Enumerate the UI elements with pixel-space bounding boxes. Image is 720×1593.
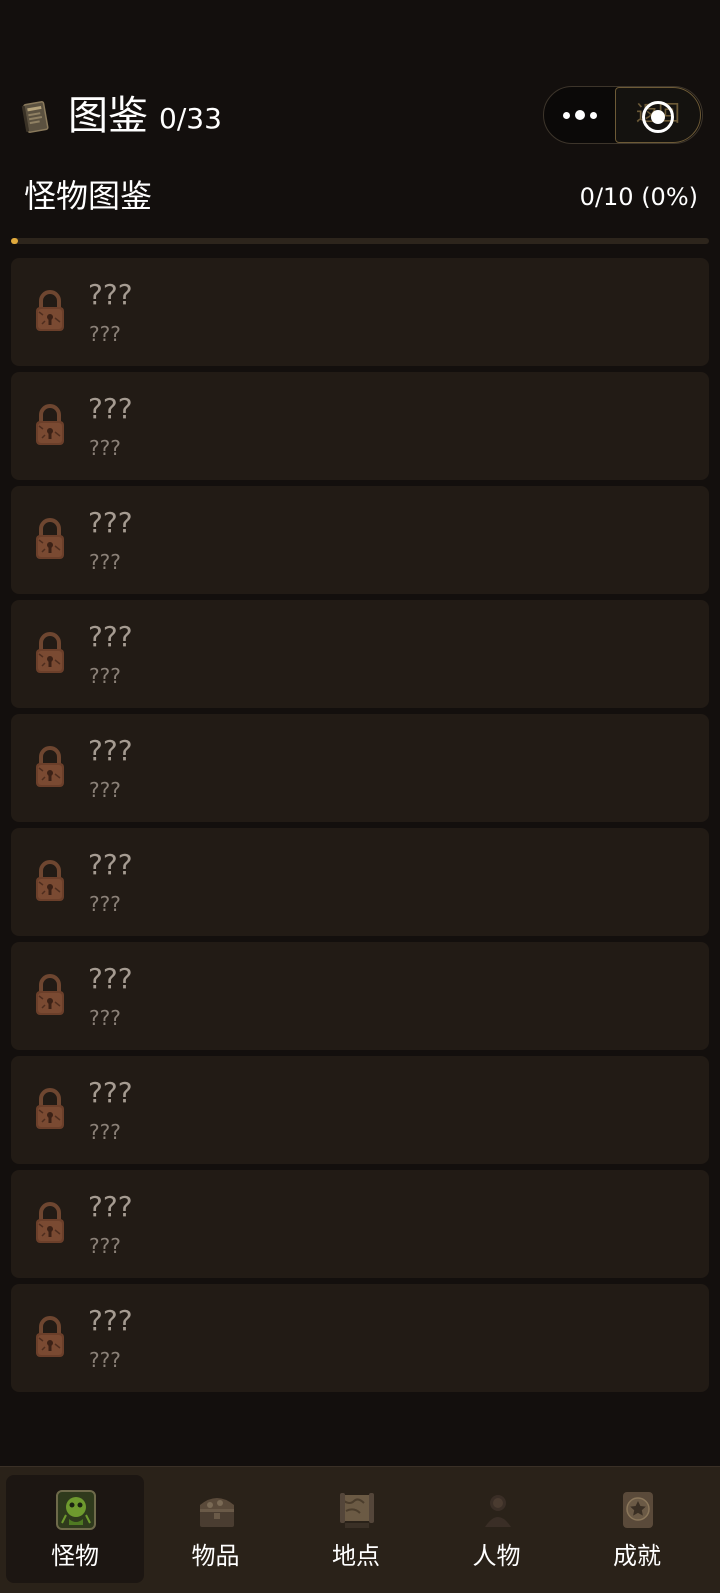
list-item[interactable]: ?????? — [11, 828, 709, 936]
tab-characters[interactable]: 人物 — [428, 1475, 566, 1583]
section-progress-text: 0/10 (0%) — [579, 183, 698, 211]
entry-desc: ??? — [89, 1120, 121, 1144]
entry-name: ??? — [88, 848, 133, 881]
tab-label: 人物 — [472, 1542, 521, 1570]
monster-list: ?????? ?????? ?????? ?????? ??? ??? ??? … — [11, 258, 709, 1398]
person-icon — [484, 1495, 511, 1527]
lock-icon — [36, 860, 64, 901]
list-item[interactable]: ?????? — [11, 1284, 709, 1392]
lock-icon — [36, 746, 64, 787]
section-title: 怪物图鉴 — [24, 177, 153, 215]
back-button[interactable]: 返回 — [615, 87, 701, 143]
more-dot-right — [590, 111, 597, 119]
entry-desc: ??? — [89, 892, 121, 916]
progress-bar — [11, 238, 709, 244]
book-icon — [21, 101, 49, 133]
list-item[interactable]: ?????? — [11, 486, 709, 594]
lock-icon — [36, 290, 64, 331]
entry-name: ??? — [88, 392, 133, 425]
achievement-badge-icon — [623, 1492, 653, 1528]
tab-label: 地点 — [332, 1542, 380, 1570]
list-item[interactable]: ?????? — [11, 258, 709, 366]
lock-icon — [36, 632, 64, 673]
entry-desc: ??? — [89, 1006, 121, 1030]
entry-desc: ??? — [89, 778, 121, 802]
bottom-tab-bar: 怪物 物品 地点 人物 成就 — [0, 1466, 720, 1593]
lock-icon — [36, 404, 64, 445]
entry-desc: ??? — [89, 1234, 121, 1258]
tab-label: 物品 — [191, 1542, 240, 1570]
entry-name: ??? — [88, 506, 133, 539]
more-button[interactable] — [544, 87, 616, 143]
monster-icon — [56, 1490, 96, 1530]
list-item[interactable]: ?????? — [11, 372, 709, 480]
tab-achievements[interactable]: 成就 — [568, 1475, 706, 1583]
map-scroll-icon — [340, 1493, 374, 1528]
tab-items[interactable]: 物品 — [147, 1475, 285, 1583]
collection-count: 0/33 — [159, 102, 222, 135]
lock-icon — [36, 518, 64, 559]
entry-name: ??? — [88, 1304, 133, 1337]
entry-desc: ??? — [89, 322, 121, 346]
mini-program-capsule: 返回 — [543, 86, 703, 144]
entry-desc: ??? — [89, 436, 121, 460]
tab-monsters[interactable]: 怪物 — [6, 1475, 144, 1583]
treasure-chest-icon — [199, 1498, 234, 1527]
entry-name: ??? — [88, 1190, 133, 1223]
tab-label: 怪物 — [51, 1542, 99, 1570]
lock-icon — [36, 974, 64, 1015]
tab-locations[interactable]: 地点 — [287, 1475, 425, 1583]
entry-desc: ??? — [89, 550, 121, 574]
list-item[interactable]: ?????? — [11, 600, 709, 708]
tab-label: 成就 — [613, 1542, 661, 1570]
entry-name: ??? — [88, 734, 133, 767]
list-item[interactable]: ?????? — [11, 942, 709, 1050]
entry-desc: ??? — [89, 1348, 121, 1372]
list-item[interactable]: ?????? — [11, 1170, 709, 1278]
entry-name: ??? — [88, 278, 133, 311]
lock-icon — [36, 1088, 64, 1129]
header: 图鉴 0/33 返回 — [0, 84, 720, 148]
entry-name: ??? — [88, 1076, 133, 1109]
more-dots-icon — [563, 111, 570, 119]
close-circle-icon — [642, 101, 674, 133]
list-item[interactable]: ?????? — [11, 1056, 709, 1164]
lock-icon — [36, 1316, 64, 1357]
page-title: 图鉴 — [68, 93, 148, 139]
entry-desc: ??? — [89, 664, 121, 688]
lock-icon — [36, 1202, 64, 1243]
progress-bar-fill — [11, 238, 18, 244]
entry-name: ??? — [88, 962, 133, 995]
more-dot-center — [575, 110, 585, 120]
entry-name: ??? — [88, 620, 133, 653]
codex-page: 图鉴 0/33 返回 怪物图鉴 0/10 (0%) ??? ??? ??? ??… — [0, 0, 720, 1593]
list-item[interactable]: ?????? — [11, 714, 709, 822]
